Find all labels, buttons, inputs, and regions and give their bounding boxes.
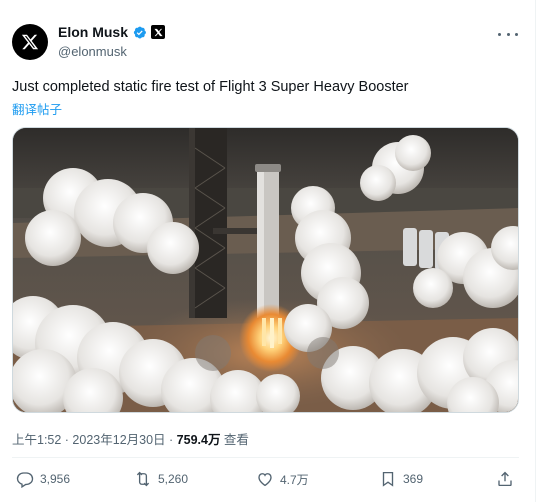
bookmark-icon xyxy=(382,471,394,487)
repost-count: 5,260 xyxy=(158,472,189,486)
tweet-meta: 上午1:52 · 2023年12月30日 · 759.4万 查看 xyxy=(12,429,249,448)
x-logo-icon xyxy=(21,34,39,50)
author-name-row: Elon Musk xyxy=(58,24,166,40)
translate-post-link[interactable]: 翻译帖子 xyxy=(12,99,62,118)
author-handle[interactable]: @elonmusk xyxy=(58,44,127,59)
repost-icon xyxy=(136,471,150,487)
reply-button[interactable]: 3,956 xyxy=(16,470,70,488)
tweet-media-image[interactable] xyxy=(12,127,519,413)
repost-button[interactable]: 5,260 xyxy=(134,470,188,488)
tweet-timestamp[interactable]: 上午1:52 · 2023年12月30日 · xyxy=(12,433,177,447)
views-count: 759.4万 xyxy=(176,433,221,447)
scrollbar-gutter xyxy=(535,0,544,502)
reply-count: 3,956 xyxy=(40,472,71,486)
bookmark-button[interactable]: 369 xyxy=(379,470,423,488)
tweet-header: Elon Musk @elonmusk xyxy=(12,16,522,66)
tweet-actions-bar: 3,956 5,260 4.7万 369 xyxy=(12,470,519,494)
x-logo-icon xyxy=(151,25,166,39)
more-options-icon[interactable] xyxy=(498,28,518,40)
tweet-text: Just completed static fire test of Fligh… xyxy=(12,79,409,95)
share-button[interactable] xyxy=(496,470,514,488)
bookmark-count: 369 xyxy=(403,472,424,486)
verified-badge-icon xyxy=(132,25,147,40)
like-button[interactable]: 4.7万 xyxy=(256,470,309,488)
share-icon xyxy=(498,471,512,487)
like-count: 4.7万 xyxy=(280,472,309,487)
views-label: 查看 xyxy=(220,433,249,447)
avatar[interactable] xyxy=(12,24,48,60)
heart-icon xyxy=(258,473,272,487)
actions-divider xyxy=(12,457,519,458)
author-display-name[interactable]: Elon Musk xyxy=(58,24,128,40)
rocket-static-fire-image xyxy=(13,128,518,412)
reply-icon xyxy=(16,472,34,488)
